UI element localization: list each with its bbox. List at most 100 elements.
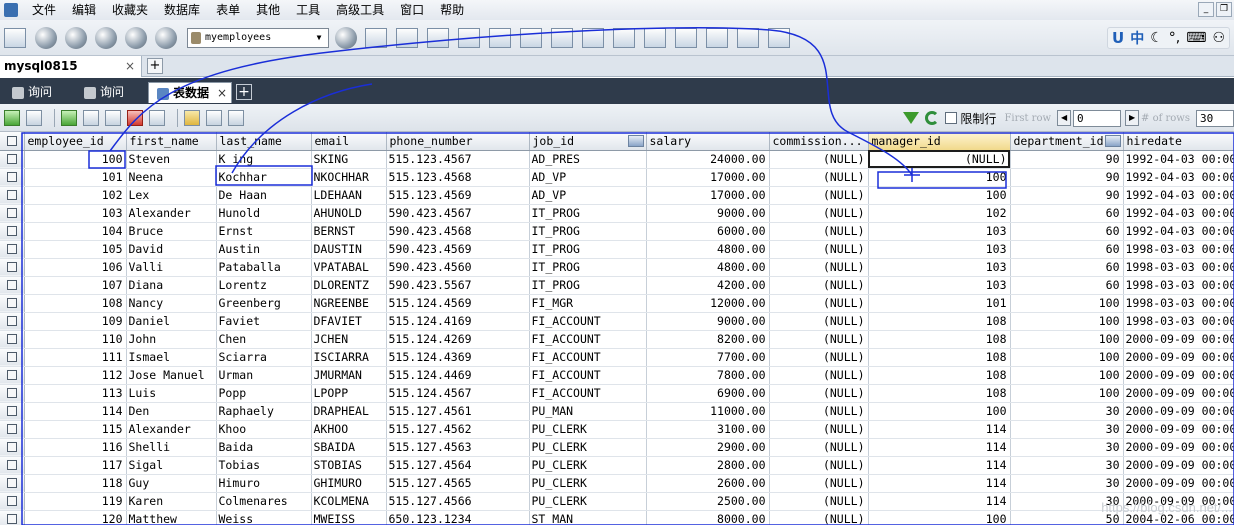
restore-db-icon[interactable]	[396, 27, 418, 48]
cell-manager-id[interactable]: 100	[868, 168, 1011, 187]
first-row-input[interactable]: 0	[1073, 109, 1122, 127]
backup-icon[interactable]	[365, 27, 387, 48]
menu-window[interactable]: 窗口	[392, 0, 432, 20]
column-header[interactable]: job_id	[529, 132, 647, 151]
cell-email[interactable]: DRAPHEAL	[311, 402, 387, 421]
cell-first-name[interactable]: Alexander	[126, 420, 217, 439]
ime-logo[interactable]: U	[1112, 29, 1124, 47]
cell-manager-id[interactable]: 108	[868, 366, 1011, 385]
cell-last-name[interactable]: K_ing	[216, 150, 312, 169]
cell-hiredate[interactable]: 2000-09-09 00:00	[1123, 402, 1234, 421]
user-icon[interactable]	[335, 26, 357, 49]
cell-first-name[interactable]: Neena	[126, 168, 217, 187]
row-selector[interactable]	[0, 312, 25, 331]
cell-manager-id[interactable]: 108	[868, 312, 1011, 331]
num-rows-input[interactable]: 30	[1196, 109, 1234, 127]
cell-commission[interactable]: (NULL)	[769, 258, 869, 277]
table-row[interactable]: 112 Jose Manuel Urman JMURMAN 515.124.4469 FI…	[0, 366, 1234, 385]
table-row[interactable]: 106 Valli Pataballa VPATABAL 590.423.4560 IT_…	[0, 258, 1234, 277]
cell-first-name[interactable]: Ismael	[126, 348, 217, 367]
cell-job-id[interactable]: PU_CLERK	[529, 420, 647, 439]
export-icon[interactable]	[458, 27, 480, 48]
minimize-button[interactable]: _	[1198, 2, 1214, 17]
cell-first-name[interactable]: Karen	[126, 492, 217, 511]
cell-manager-id[interactable]: 103	[868, 222, 1011, 241]
cell-phone-number[interactable]: 515.124.4567	[386, 384, 530, 403]
cell-department-id[interactable]: 90	[1010, 186, 1124, 205]
cell-manager-id[interactable]: 114	[868, 420, 1011, 439]
cell-manager-id[interactable]: 108	[868, 330, 1011, 349]
prev-page-icon[interactable]: ◀	[1057, 110, 1072, 126]
cell-salary[interactable]: 2800.00	[646, 456, 770, 475]
report-icon[interactable]	[737, 27, 759, 48]
close-icon[interactable]: ×	[217, 83, 227, 104]
sync-icon[interactable]	[613, 27, 635, 48]
cell-commission[interactable]: (NULL)	[769, 492, 869, 511]
column-header[interactable]: salary	[646, 132, 770, 151]
cell-job-id[interactable]: AD_VP	[529, 186, 647, 205]
cell-first-name[interactable]: Jose Manuel	[126, 366, 217, 385]
table-row[interactable]: 115 Alexander Khoo AKHOO 515.127.4562 PU_CLER…	[0, 420, 1234, 439]
copy-db-icon[interactable]	[644, 27, 666, 48]
cell-last-name[interactable]: Sciarra	[216, 348, 312, 367]
cell-last-name[interactable]: Greenberg	[216, 294, 312, 313]
cell-first-name[interactable]: Diana	[126, 276, 217, 295]
cell-job-id[interactable]: FI_ACCOUNT	[529, 348, 647, 367]
text-view-icon[interactable]	[228, 109, 244, 126]
add-connection-button[interactable]: +	[147, 58, 163, 74]
cell-salary[interactable]: 8000.00	[646, 510, 770, 525]
stop-icon[interactable]	[125, 26, 147, 49]
cell-salary[interactable]: 9000.00	[646, 312, 770, 331]
save-icon[interactable]	[105, 109, 121, 126]
limit-rows-checkbox[interactable]	[945, 112, 958, 124]
cell-email[interactable]: AKHOO	[311, 420, 387, 439]
form-view-icon[interactable]	[206, 109, 222, 126]
cell-department-id[interactable]: 90	[1010, 150, 1124, 169]
cell-phone-number[interactable]: 515.124.4369	[386, 348, 530, 367]
cell-job-id[interactable]: ST_MAN	[529, 510, 647, 525]
cell-phone-number[interactable]: 515.127.4561	[386, 402, 530, 421]
row-selector[interactable]	[0, 258, 25, 277]
cell-phone-number[interactable]: 515.127.4565	[386, 474, 530, 493]
cell-last-name[interactable]: Chen	[216, 330, 312, 349]
new-connection-icon[interactable]	[4, 27, 26, 48]
cell-commission[interactable]: (NULL)	[769, 474, 869, 493]
cell-salary[interactable]: 2500.00	[646, 492, 770, 511]
cell-employee-id[interactable]: 102	[24, 186, 127, 205]
format-icon[interactable]	[155, 26, 177, 49]
cell-salary[interactable]: 2600.00	[646, 474, 770, 493]
cell-email[interactable]: ISCIARRA	[311, 348, 387, 367]
cell-first-name[interactable]: Nancy	[126, 294, 217, 313]
cell-commission[interactable]: (NULL)	[769, 186, 869, 205]
cell-manager-id[interactable]: 102	[868, 204, 1011, 223]
scheduler-icon[interactable]	[675, 27, 697, 48]
column-header-active[interactable]: manager_id	[868, 132, 1011, 151]
cell-job-id[interactable]: PU_CLERK	[529, 474, 647, 493]
cell-hiredate[interactable]: 1992-04-03 00:00	[1123, 222, 1234, 241]
cell-job-id[interactable]: IT_PROG	[529, 276, 647, 295]
cell-phone-number[interactable]: 590.423.4569	[386, 240, 530, 259]
cell-phone-number[interactable]: 515.123.4567	[386, 150, 530, 169]
column-header[interactable]: first_name	[126, 132, 217, 151]
cell-department-id[interactable]: 60	[1010, 222, 1124, 241]
select-all-header[interactable]	[0, 132, 25, 151]
cell-department-id[interactable]: 30	[1010, 438, 1124, 457]
cell-employee-id[interactable]: 120	[24, 510, 127, 525]
cell-employee-id[interactable]: 109	[24, 312, 127, 331]
ime-punctuation[interactable]: °,	[1169, 30, 1180, 46]
column-header[interactable]: email	[311, 132, 387, 151]
cell-employee-id[interactable]: 106	[24, 258, 127, 277]
cell-phone-number[interactable]: 515.127.4562	[386, 420, 530, 439]
cell-first-name[interactable]: Den	[126, 402, 217, 421]
row-selector[interactable]	[0, 366, 25, 385]
cell-salary[interactable]: 2900.00	[646, 438, 770, 457]
cell-manager-id[interactable]: 103	[868, 240, 1011, 259]
cell-job-id[interactable]: FI_ACCOUNT	[529, 366, 647, 385]
cell-job-id[interactable]: PU_MAN	[529, 402, 647, 421]
cell-first-name[interactable]: Lex	[126, 186, 217, 205]
menu-favorites[interactable]: 收藏夹	[104, 0, 156, 20]
cell-hiredate[interactable]: 2000-09-09 00:00	[1123, 330, 1234, 349]
cell-job-id[interactable]: PU_CLERK	[529, 492, 647, 511]
query-builder-icon[interactable]	[520, 27, 542, 48]
row-selector[interactable]	[0, 204, 25, 223]
